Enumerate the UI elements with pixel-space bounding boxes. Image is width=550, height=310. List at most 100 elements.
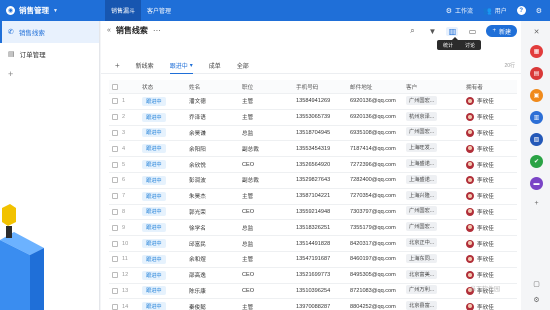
company-tag[interactable]: 杭州京泽...: [406, 111, 438, 121]
phone-cell: 13514491828: [296, 240, 331, 247]
header-position[interactable]: 职位: [239, 83, 293, 91]
name-cell[interactable]: 郭光荣: [186, 208, 239, 216]
company-tag[interactable]: 上海盛诺...: [406, 174, 438, 184]
row-checkbox[interactable]: [112, 287, 118, 294]
company-tag[interactable]: 广州国宏...: [406, 95, 438, 105]
name-cell[interactable]: 余欣悦: [186, 161, 239, 169]
row-checkbox[interactable]: [112, 193, 118, 200]
comment-icon[interactable]: ▭: [466, 27, 478, 36]
header-company[interactable]: 客户: [403, 83, 463, 91]
row-checkbox-cell: [109, 224, 119, 231]
search-icon[interactable]: ⌕: [406, 26, 418, 36]
tab-following[interactable]: 跟进中 ▾: [169, 58, 193, 74]
company-tag[interactable]: 上海盛诺...: [406, 159, 438, 169]
name-cell[interactable]: 朱昊杰: [186, 192, 239, 200]
name-cell[interactable]: 余和煜: [186, 255, 239, 263]
row-checkbox[interactable]: [112, 161, 118, 168]
row-checkbox[interactable]: [112, 256, 118, 263]
row-checkbox[interactable]: [112, 129, 118, 136]
sidebar-item-leads[interactable]: ✆ 销售线索: [0, 21, 99, 43]
tab-new-leads[interactable]: 新线索: [136, 58, 154, 74]
table-row[interactable]: 1 跟进中 潘文德 主管 13584941269 6920136@qq.com 广州国宏..…: [109, 94, 517, 110]
phone-cell: 13521699773: [296, 272, 331, 279]
name-cell[interactable]: 陈乐康: [186, 287, 239, 295]
report-icon[interactable]: ▤: [530, 67, 543, 80]
company-tag[interactable]: 广州国宏...: [406, 222, 438, 232]
sidebar-item-orders[interactable]: ▤ 订单管理: [0, 43, 99, 65]
stats-icon[interactable]: ▥: [446, 26, 459, 36]
row-checkbox[interactable]: [112, 177, 118, 184]
more-icon[interactable]: ⋯: [153, 26, 161, 35]
settings-small-icon[interactable]: ⚙: [531, 295, 542, 304]
row-checkbox[interactable]: [112, 224, 118, 231]
top-nav-customers[interactable]: 客户管理: [141, 0, 177, 21]
company-tag[interactable]: 广州国宏...: [406, 206, 438, 216]
table-row[interactable]: 6 跟进中 彭润波 副总裁 13529827643 7282400@qq.com 上海盛诺.…: [109, 173, 517, 189]
row-checkbox[interactable]: [112, 303, 118, 310]
table-row[interactable]: 13 跟进中 陈乐康 CEO 13510396254 8721083@qq.com 广州万利…: [109, 284, 517, 300]
name-cell[interactable]: 徐学名: [186, 224, 239, 232]
name-cell[interactable]: 彭润波: [186, 176, 239, 184]
company-tag[interactable]: 广州万利...: [406, 285, 438, 295]
company-tag[interactable]: 上海旺发...: [406, 143, 438, 153]
table-row[interactable]: 5 跟进中 余欣悦 CEO 13526564920 7272396@qq.com 上海盛诺.…: [109, 157, 517, 173]
calendar-icon[interactable]: ▦: [530, 45, 543, 58]
card-icon[interactable]: ▬: [530, 177, 543, 190]
add-item-icon[interactable]: +: [0, 65, 99, 83]
close-icon[interactable]: ✕: [531, 27, 542, 36]
name-cell[interactable]: 邵高逸: [186, 271, 239, 279]
row-checkbox[interactable]: [112, 114, 118, 121]
table-row[interactable]: 7 跟进中 朱昊杰 主管 13587104221 7270354@qq.com 上海兴隆..…: [109, 189, 517, 205]
table-row[interactable]: 2 跟进中 乔泽语 主管 13553065739 6920136@qq.com 杭州京泽..…: [109, 110, 517, 126]
name-cell[interactable]: 余昊谦: [186, 129, 239, 137]
top-nav-sales-funnel[interactable]: 销售漏斗: [105, 0, 142, 21]
app-switcher[interactable]: ◉ 销售管理 ▼: [6, 0, 106, 21]
tab-all[interactable]: 全部: [237, 58, 249, 74]
company-tag[interactable]: 北京县富...: [406, 301, 438, 310]
tab-closed-deals[interactable]: 成单: [209, 58, 221, 74]
name-cell[interactable]: 秦俊懿: [186, 303, 239, 310]
archive-icon[interactable]: ▣: [530, 89, 543, 102]
workflow-button[interactable]: ⚙ 工作流: [446, 6, 473, 16]
collapse-icon[interactable]: «: [107, 27, 111, 34]
select-all-checkbox[interactable]: [112, 83, 118, 90]
company-tag[interactable]: 上海东同...: [406, 253, 438, 263]
company-tag[interactable]: 广州国宏...: [406, 127, 438, 137]
docs-icon[interactable]: ▥: [530, 111, 543, 124]
table-row[interactable]: 8 跟进中 郭光荣 CEO 13559214948 7303797@qq.com 广州国宏.…: [109, 205, 517, 221]
window-icon[interactable]: ▢: [531, 279, 542, 288]
company-tag[interactable]: 北京富美...: [406, 269, 438, 279]
header-name[interactable]: 姓名: [186, 83, 239, 91]
add-view-icon[interactable]: +: [115, 61, 120, 70]
add-app-icon[interactable]: +: [531, 199, 542, 208]
name-cell[interactable]: 乔泽语: [186, 113, 239, 121]
table-row[interactable]: 10 跟进中 邱富民 总监 13514491828 8420317@qq.com 北京正中.…: [109, 236, 517, 252]
row-checkbox[interactable]: [112, 208, 118, 215]
table-row[interactable]: 14 跟进中 秦俊懿 主管 13970088287 8804252@qq.com 北京县富.…: [109, 299, 517, 310]
name-cell[interactable]: 邱富民: [186, 240, 239, 248]
name-cell[interactable]: 余阳阳: [186, 145, 239, 153]
settings-icon[interactable]: ⚙: [536, 7, 542, 15]
header-status[interactable]: 状态: [139, 83, 186, 91]
filter-icon[interactable]: ▼: [426, 27, 438, 36]
new-button[interactable]: + 新建: [486, 25, 517, 37]
name-cell[interactable]: 潘文德: [186, 97, 239, 105]
table-row[interactable]: 12 跟进中 邵高逸 CEO 13521699773 8495305@qq.com 北京富美…: [109, 268, 517, 284]
chart-icon[interactable]: ▧: [530, 133, 543, 146]
header-owner[interactable]: 拥有者: [463, 83, 517, 91]
users-button[interactable]: 👥 用户: [483, 6, 507, 16]
table-row[interactable]: 9 跟进中 徐学名 总监 13518326251 7355179@qq.com 广州国宏..…: [109, 220, 517, 237]
row-checkbox[interactable]: [112, 145, 118, 152]
row-checkbox[interactable]: [112, 272, 118, 279]
company-tag[interactable]: 北京正中...: [406, 238, 438, 248]
header-email[interactable]: 邮件地址: [347, 83, 403, 91]
row-checkbox[interactable]: [112, 98, 118, 105]
table-row[interactable]: 3 跟进中 余昊谦 总监 13518704945 6935108@qq.com 广州国宏..…: [109, 126, 517, 142]
header-phone[interactable]: 手机号码: [293, 83, 347, 91]
check-icon[interactable]: ✔: [530, 155, 543, 168]
company-tag[interactable]: 上海兴隆...: [406, 190, 438, 200]
help-icon[interactable]: ?: [516, 6, 526, 15]
row-checkbox[interactable]: [112, 240, 118, 247]
table-row[interactable]: 11 跟进中 余和煜 主管 13547191687 8460197@qq.com 上海东同.…: [109, 252, 517, 268]
table-row[interactable]: 4 跟进中 余阳阳 副总裁 13553454319 7187414@qq.com 上海旺发.…: [109, 141, 517, 158]
